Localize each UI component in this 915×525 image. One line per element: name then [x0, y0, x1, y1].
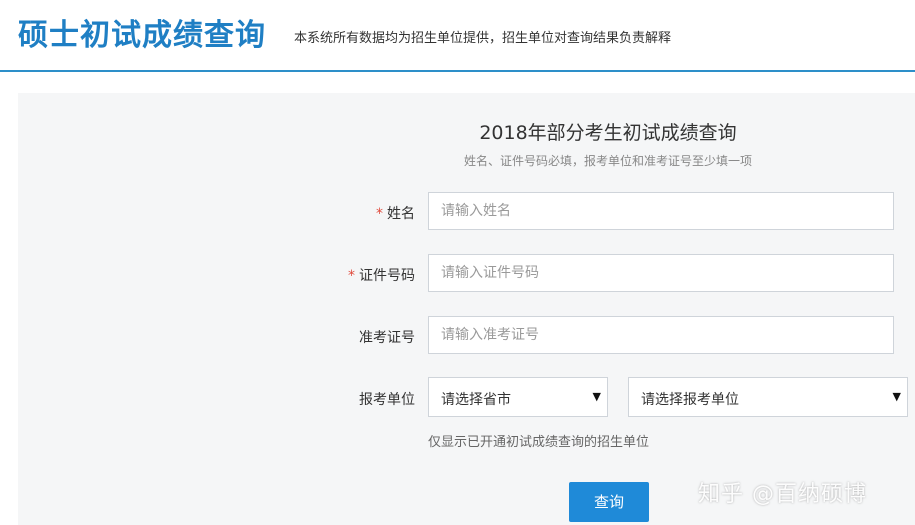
name-label: 姓名: [387, 206, 415, 222]
site-title: 硕士初试成绩查询: [18, 18, 266, 53]
unit-select-value: 请选择报考单位: [641, 392, 739, 408]
dropdown-caret-icon: ▼: [592, 390, 601, 403]
query-button[interactable]: 查询: [569, 482, 649, 522]
id-number-label: 证件号码: [359, 268, 415, 284]
unit-select[interactable]: 请选择报考单位 ▼: [628, 377, 908, 417]
dropdown-caret-icon: ▼: [892, 390, 901, 403]
province-select-value: 请选择省市: [441, 392, 511, 408]
form-title: 2018年部分考生初试成绩查询: [479, 122, 737, 144]
page-header: 硕士初试成绩查询 本系统所有数据均为招生单位提供，招生单位对查询结果负责解释: [0, 0, 915, 72]
watermark: 知乎 @百纳硕博: [698, 482, 867, 507]
province-select[interactable]: 请选择省市 ▼: [428, 377, 608, 417]
form-note: 姓名、证件号码必填，报考单位和准考证号至少填一项: [463, 154, 752, 168]
exam-number-input[interactable]: [428, 316, 894, 354]
id-number-label-row: * 证件号码: [348, 265, 415, 285]
required-mark: *: [376, 206, 383, 222]
site-subtitle: 本系统所有数据均为招生单位提供，招生单位对查询结果负责解释: [294, 31, 672, 46]
unit-label: 报考单位: [359, 392, 415, 408]
id-number-input[interactable]: [428, 254, 894, 292]
name-input[interactable]: [428, 192, 894, 230]
name-label-row: * 姓名: [376, 203, 415, 223]
exam-number-label: 准考证号: [359, 330, 415, 346]
required-mark: *: [348, 268, 355, 284]
unit-hint: 仅显示已开通初试成绩查询的招生单位: [428, 435, 650, 450]
